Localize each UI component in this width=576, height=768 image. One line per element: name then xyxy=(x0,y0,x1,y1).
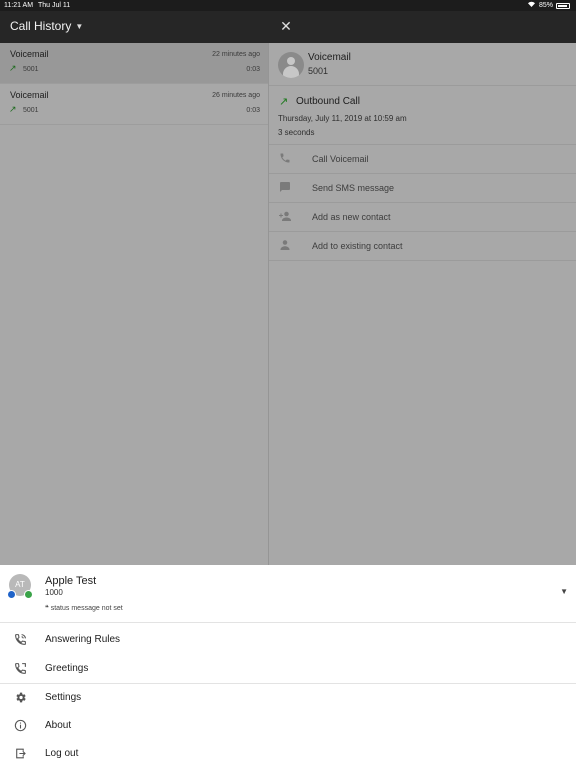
call-name: Voicemail xyxy=(10,90,49,100)
user-profile-row[interactable]: AT Apple Test 1000 ❝ status message not … xyxy=(0,565,576,623)
content-area: Voicemail 22 minutes ago ↗ 5001 0:03 Voi… xyxy=(0,43,576,565)
phone-icon xyxy=(278,152,292,166)
menu-label: Log out xyxy=(45,748,79,759)
call-number: 5001 xyxy=(23,107,39,114)
call-voicemail-button[interactable]: Call Voicemail xyxy=(269,145,576,174)
battery-percent: 85% xyxy=(538,2,553,9)
outbound-arrow-icon: ↗ xyxy=(9,104,17,114)
menu-greetings[interactable]: Greetings xyxy=(0,655,576,683)
menu-logout[interactable]: Log out xyxy=(0,740,576,768)
status-time: 11:21 AM xyxy=(4,2,34,9)
add-person-icon xyxy=(278,210,292,224)
person-icon xyxy=(278,239,292,253)
menu-answering-rules[interactable]: Answering Rules xyxy=(0,626,576,654)
call-datetime: Thursday, July 11, 2019 at 10:59 am xyxy=(278,114,407,123)
menu-label: Greetings xyxy=(45,663,89,674)
account-menu-sheet: AT Apple Test 1000 ❝ status message not … xyxy=(0,565,576,768)
menu-label: Answering Rules xyxy=(45,634,121,645)
logout-icon xyxy=(13,747,27,761)
contact-number: 5001 xyxy=(308,66,329,76)
call-row[interactable]: Voicemail 22 minutes ago ↗ 5001 0:03 xyxy=(0,43,268,84)
call-length: 3 seconds xyxy=(278,128,315,137)
menu-label: Settings xyxy=(45,692,82,703)
status-message[interactable]: ❝ status message not set xyxy=(45,604,123,612)
wifi-icon xyxy=(527,0,536,11)
call-name: Voicemail xyxy=(10,49,49,59)
contact-name: Voicemail xyxy=(308,52,351,63)
chevron-down-icon[interactable]: ▼ xyxy=(560,587,568,596)
menu-settings[interactable]: Settings xyxy=(0,684,576,712)
menu-about[interactable]: About xyxy=(0,712,576,740)
call-detail-pane: Voicemail 5001 ↗ Outbound Call Thursday,… xyxy=(269,43,576,565)
call-type: Outbound Call xyxy=(296,96,360,107)
gear-icon xyxy=(13,691,27,705)
add-new-contact-button[interactable]: Add as new contact xyxy=(269,203,576,232)
battery-icon xyxy=(556,2,570,9)
call-time-ago: 26 minutes ago xyxy=(212,92,260,99)
status-message-text: status message not set xyxy=(50,605,123,612)
message-icon xyxy=(278,181,292,195)
status-right: 85% xyxy=(527,0,570,11)
greetings-icon xyxy=(13,662,27,676)
contact-header: Voicemail 5001 xyxy=(269,43,576,86)
call-duration: 0:03 xyxy=(246,107,260,114)
outbound-arrow-icon: ↗ xyxy=(279,96,289,108)
presence-phone-icon xyxy=(24,590,33,599)
app-header: Call History ▼ ✕ xyxy=(0,11,576,43)
send-sms-button[interactable]: Send SMS message xyxy=(269,174,576,203)
call-time-ago: 22 minutes ago xyxy=(212,51,260,58)
call-number: 5001 xyxy=(23,66,39,73)
action-label: Add to existing contact xyxy=(312,241,403,251)
menu-label: About xyxy=(45,720,72,731)
add-existing-contact-button[interactable]: Add to existing contact xyxy=(269,232,576,261)
action-label: Add as new contact xyxy=(312,212,391,222)
caret-down-icon: ▼ xyxy=(75,21,84,31)
status-bar: 11:21 AM Thu Jul 11 85% xyxy=(0,0,576,11)
call-history-dropdown[interactable]: Call History ▼ xyxy=(10,19,83,33)
info-icon xyxy=(13,719,27,733)
close-icon[interactable]: ✕ xyxy=(278,17,294,35)
outbound-arrow-icon: ↗ xyxy=(9,63,17,73)
status-date: Thu Jul 11 xyxy=(38,2,71,9)
call-list: Voicemail 22 minutes ago ↗ 5001 0:03 Voi… xyxy=(0,43,268,565)
call-info: ↗ Outbound Call Thursday, July 11, 2019 … xyxy=(269,87,576,145)
presence-device-icon xyxy=(7,590,16,599)
user-name: Apple Test xyxy=(45,575,97,587)
call-duration: 0:03 xyxy=(246,66,260,73)
contact-avatar-icon xyxy=(278,52,304,78)
answering-rules-icon xyxy=(13,633,27,647)
action-label: Call Voicemail xyxy=(312,154,369,164)
call-row[interactable]: Voicemail 26 minutes ago ↗ 5001 0:03 xyxy=(0,84,268,125)
header-title: Call History xyxy=(10,19,72,33)
user-extension: 1000 xyxy=(45,588,63,597)
action-label: Send SMS message xyxy=(312,183,395,193)
